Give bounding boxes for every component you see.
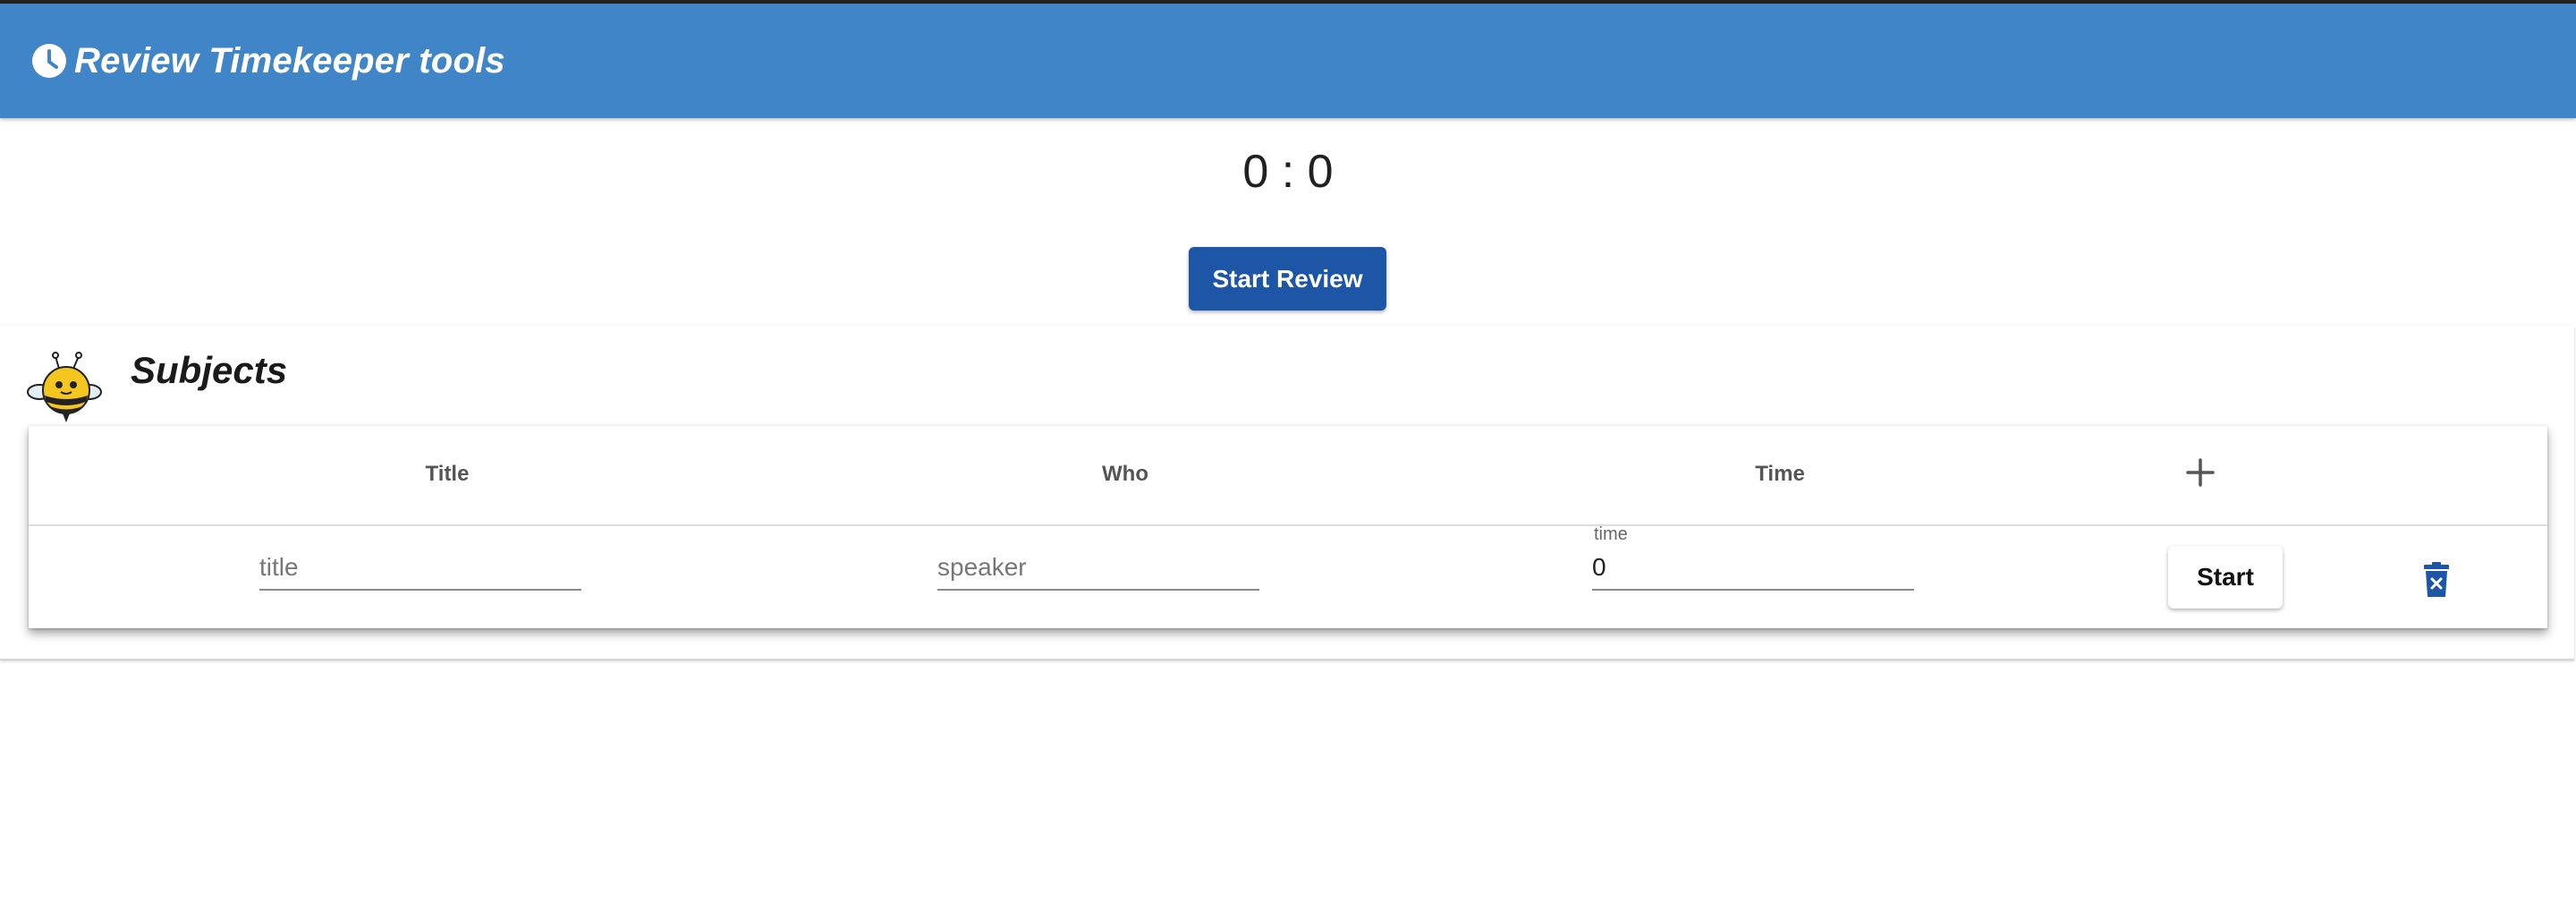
plus-icon [2186,458,2215,487]
time-input[interactable] [1592,553,1914,589]
bee-icon [27,351,102,426]
start-subject-button[interactable]: Start [2168,546,2283,609]
title-input[interactable] [259,553,581,589]
title-field[interactable] [259,553,581,591]
table-header: Title Who Time [29,426,2547,526]
clock-icon [31,43,67,79]
column-header-time: Time [1755,462,1805,486]
column-header-title: Title [425,462,470,486]
subjects-title: Subjects [131,349,288,391]
subjects-table: Title Who Time time Start [29,426,2547,628]
time-field-label: time [1594,524,1628,544]
delete-icon [2424,562,2449,597]
start-review-button[interactable]: Start Review [1189,247,1386,311]
delete-subject-button[interactable] [2419,558,2454,601]
time-field[interactable] [1592,553,1914,591]
app-header: Review Timekeeper tools [0,4,2576,118]
timer-display: 0 : 0 [1242,146,1334,198]
speaker-field[interactable] [937,553,1259,591]
app-title: Review Timekeeper tools [74,40,505,81]
speaker-input[interactable] [937,553,1259,589]
column-header-who: Who [1102,462,1148,486]
add-subject-button[interactable] [2179,451,2222,494]
